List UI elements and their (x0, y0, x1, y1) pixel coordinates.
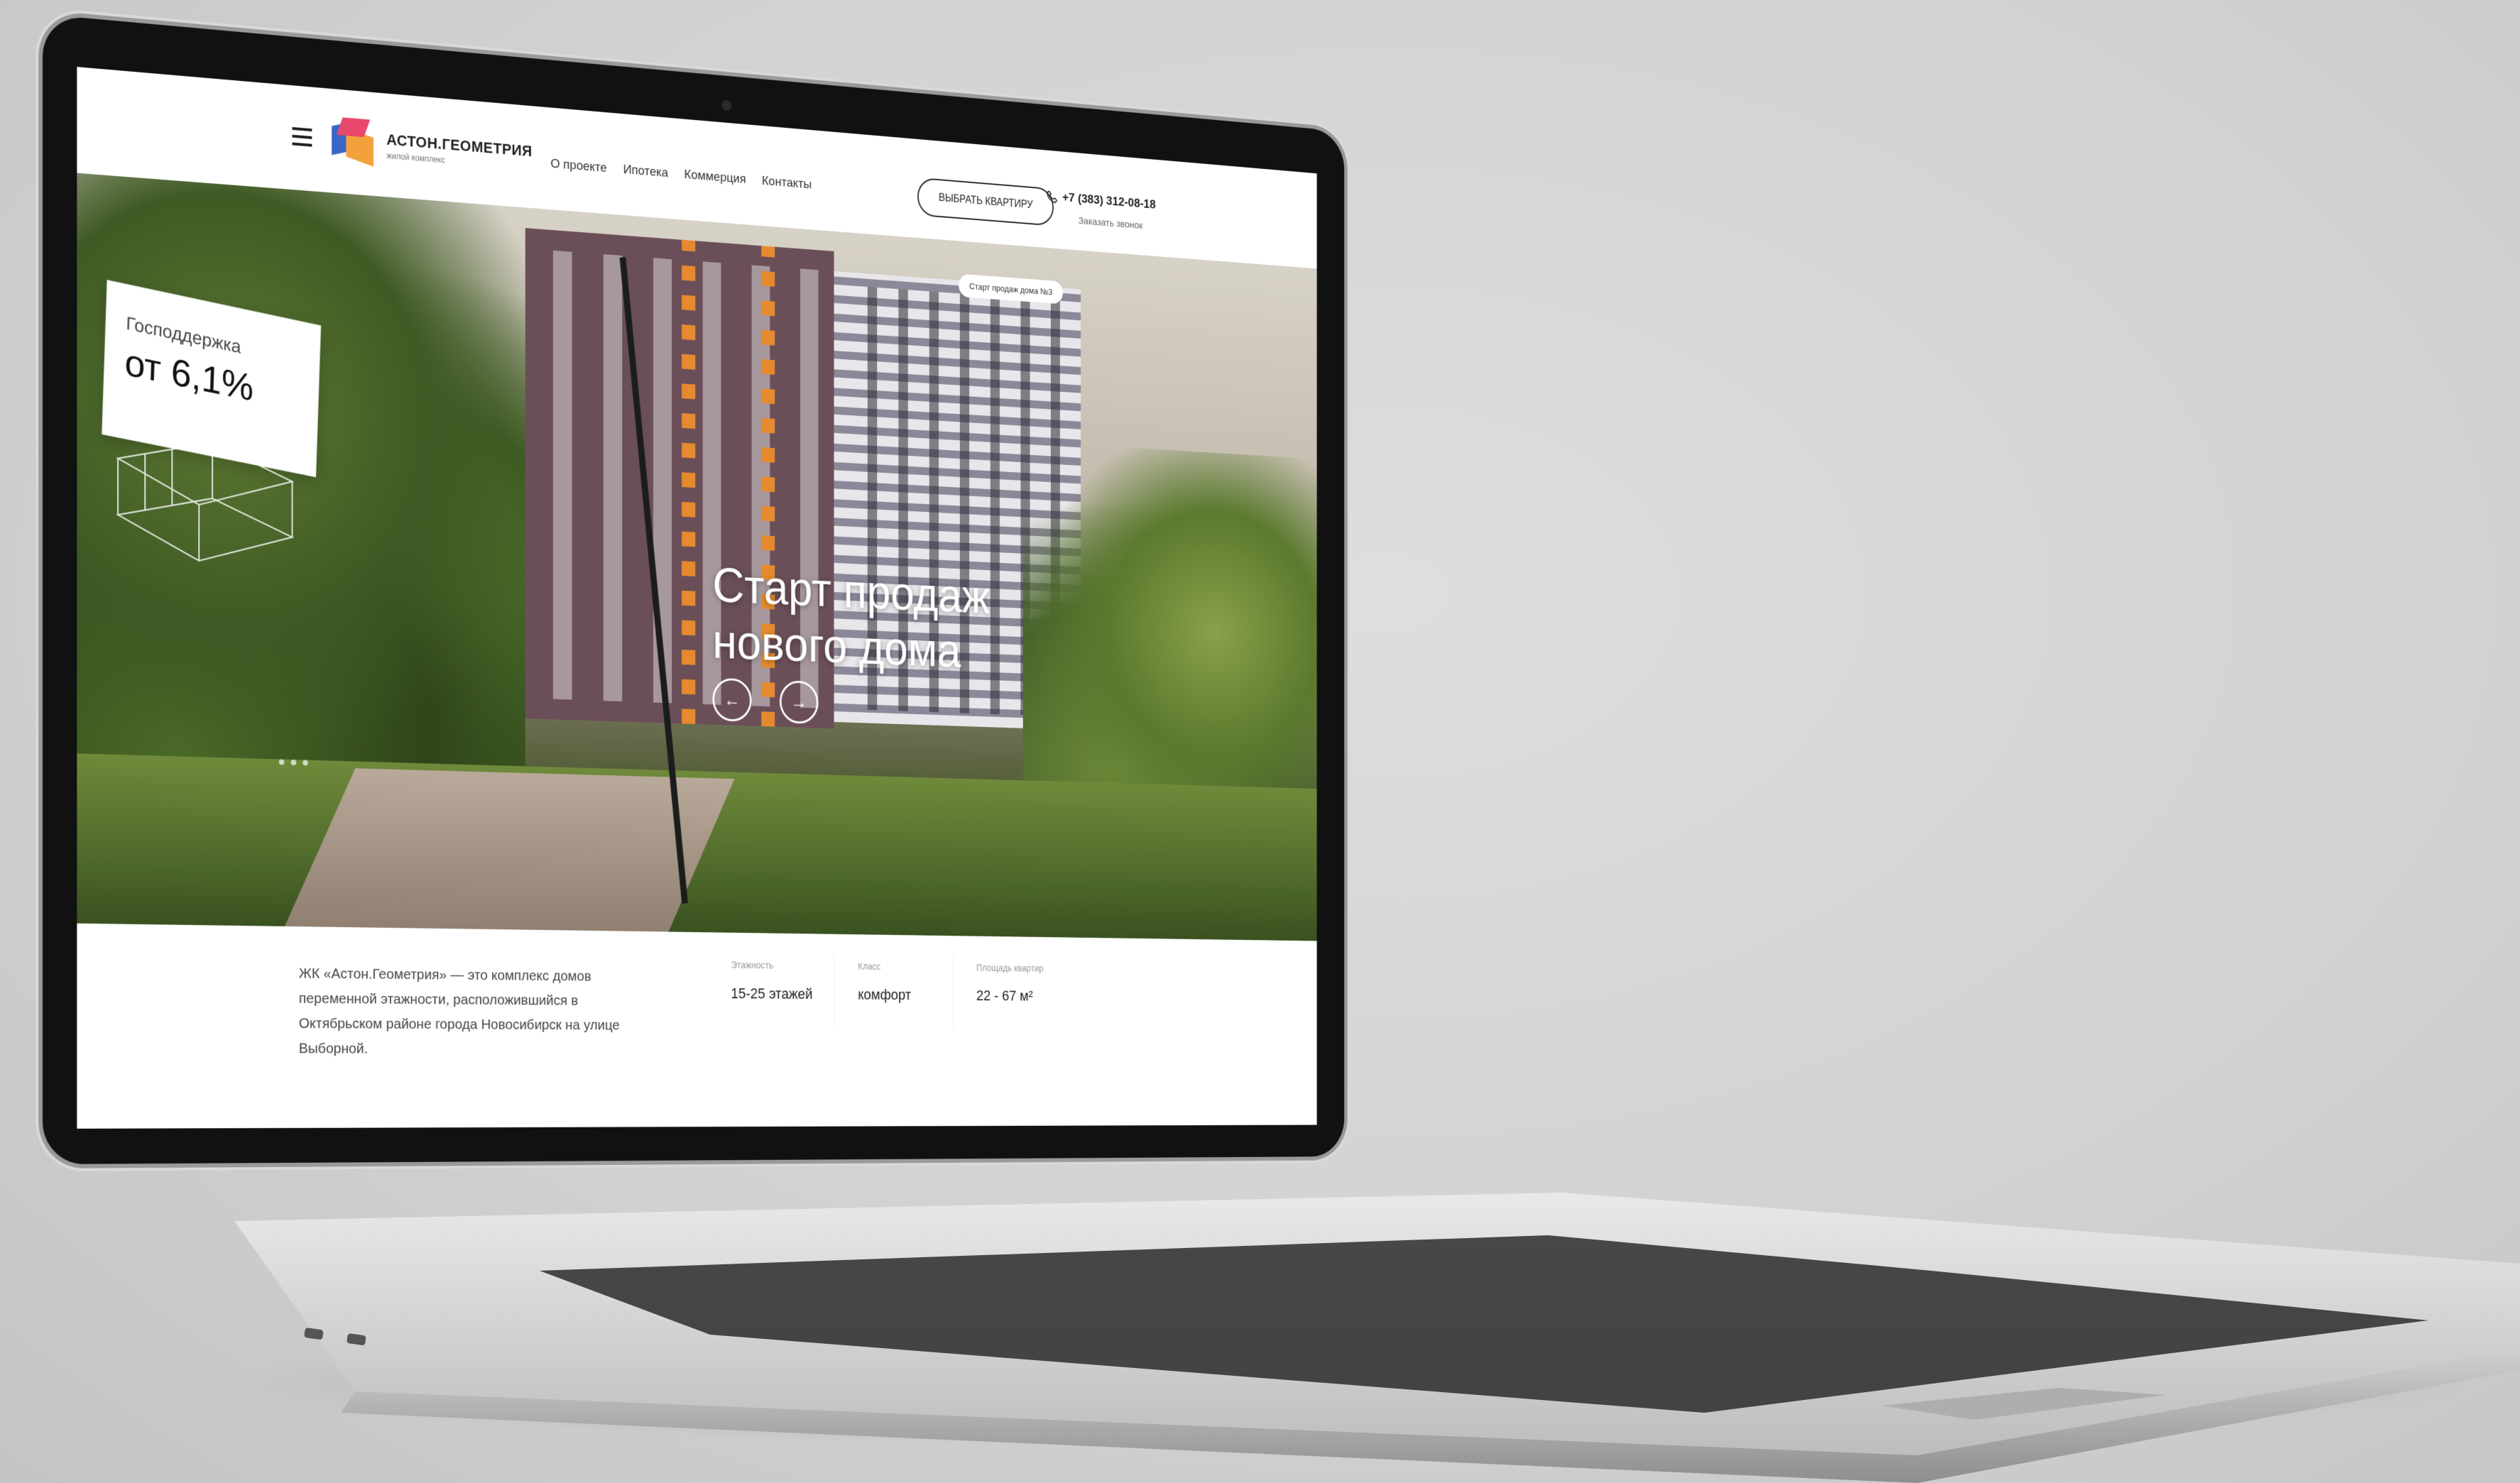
stat-area: Площадь квартир 22 - 67 м² (976, 963, 1044, 1005)
stat-floors: Этажность 15-25 этажей (731, 959, 812, 1002)
hero-slider: Господдержка от 6,1% Старт продаж дома №… (77, 173, 1316, 941)
laptop-screen-bezel: АСТОН.ГЕОМЕТРИЯ жилой комплекс О проекте… (43, 14, 1344, 1164)
phone-link[interactable]: +7 (383) 312-08-18 (1046, 190, 1155, 213)
callback-link[interactable]: Заказать звонок (1079, 215, 1156, 232)
phone-number: +7 (383) 312-08-18 (1062, 190, 1155, 212)
stat-label: Площадь квартир (976, 963, 1044, 974)
stat-class: Класс комфорт (858, 961, 911, 1004)
nav-commercial[interactable]: Коммерция (684, 168, 746, 187)
webcam (721, 99, 731, 111)
stat-divider (953, 956, 954, 1028)
complex-description: ЖК «Астон.Геометрия» — это комплекс домо… (299, 961, 657, 1062)
slider-dot[interactable] (302, 760, 307, 765)
nav-about[interactable]: О проекте (550, 156, 606, 175)
stat-value: 22 - 67 м² (976, 987, 1044, 1005)
logo-cube-icon (332, 116, 377, 168)
stat-value: 15-25 этажей (731, 985, 812, 1002)
info-section: ЖК «Астон.Геометрия» — это комплекс домо… (77, 924, 1316, 1129)
stat-label: Класс (858, 961, 911, 973)
arrow-right-icon: → (791, 691, 807, 713)
slider-dot[interactable] (279, 759, 284, 765)
hero-title: Старт продаж нового дома (712, 557, 1022, 682)
website-display: АСТОН.ГЕОМЕТРИЯ жилой комплекс О проекте… (77, 67, 1316, 1129)
phone-block: +7 (383) 312-08-18 Заказать звонок (1046, 190, 1155, 233)
site-logo[interactable]: АСТОН.ГЕОМЕТРИЯ жилой комплекс (332, 116, 533, 181)
slider-prev-button[interactable]: ← (712, 678, 751, 722)
facade-accent (682, 240, 695, 724)
slider-dots (279, 759, 308, 765)
slider-next-button[interactable]: → (780, 680, 818, 724)
nav-contacts[interactable]: Контакты (762, 174, 812, 192)
walkway (282, 768, 735, 938)
choose-apartment-button[interactable]: ВЫБРАТЬ КВАРТИРУ (917, 177, 1054, 226)
wireframe-cube-icon (104, 429, 305, 579)
main-nav: О проекте Ипотека Коммерция Контакты (550, 156, 812, 192)
arrow-left-icon: ← (724, 689, 740, 711)
nav-mortgage[interactable]: Ипотека (623, 163, 668, 181)
menu-icon[interactable] (293, 127, 312, 152)
stat-label: Этажность (731, 959, 812, 970)
stat-value: комфорт (858, 986, 911, 1004)
stat-divider (834, 954, 835, 1027)
slider-dot[interactable] (291, 760, 296, 765)
phone-icon (1046, 190, 1057, 204)
